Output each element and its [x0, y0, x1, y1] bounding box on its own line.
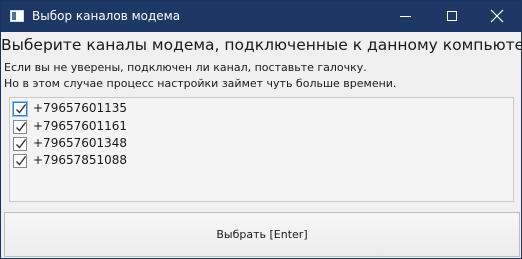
channel-checkbox[interactable] [13, 137, 27, 151]
channel-label: +79657851088 [33, 153, 128, 167]
close-button[interactable] [475, 1, 519, 32]
channel-item[interactable]: +79657601348 [13, 135, 213, 152]
check-icon [16, 139, 27, 149]
minimize-button[interactable] [384, 1, 428, 32]
maximize-icon [447, 11, 457, 21]
title-bar: Выбор каналов модема [1, 1, 521, 32]
hint-text-2: Но в этом случае процесс настройки займе… [4, 77, 397, 90]
channel-checkbox[interactable] [13, 102, 27, 116]
channel-label: +79657601348 [33, 136, 128, 150]
channel-item[interactable]: +79657601135 [13, 100, 213, 117]
maximize-button[interactable] [430, 1, 474, 32]
channel-checkbox[interactable] [13, 154, 27, 168]
app-icon [10, 10, 24, 22]
check-icon [16, 156, 27, 166]
channel-item[interactable]: +79657601161 [13, 118, 213, 135]
check-icon [16, 122, 27, 132]
channel-label: +79657601161 [33, 119, 128, 133]
channel-label: +79657601135 [33, 101, 128, 115]
window-title: Выбор каналов модема [32, 9, 181, 23]
channel-item[interactable]: +79657851088 [13, 152, 213, 169]
check-icon [16, 104, 27, 114]
modem-channel-dialog: Выбор каналов модема Выберите каналы мод… [0, 0, 522, 259]
close-icon [490, 9, 504, 23]
dialog-heading: Выберите каналы модема, подключенные к д… [1, 36, 522, 54]
minimize-icon [400, 16, 411, 17]
hint-text-1: Если вы не уверены, подключен ли канал, … [4, 61, 367, 74]
channel-list: +79657601135 +79657601161 +79657601348 +… [9, 97, 514, 202]
channel-checkbox[interactable] [13, 120, 27, 134]
select-button[interactable]: Выбрать [Enter] [4, 212, 520, 257]
